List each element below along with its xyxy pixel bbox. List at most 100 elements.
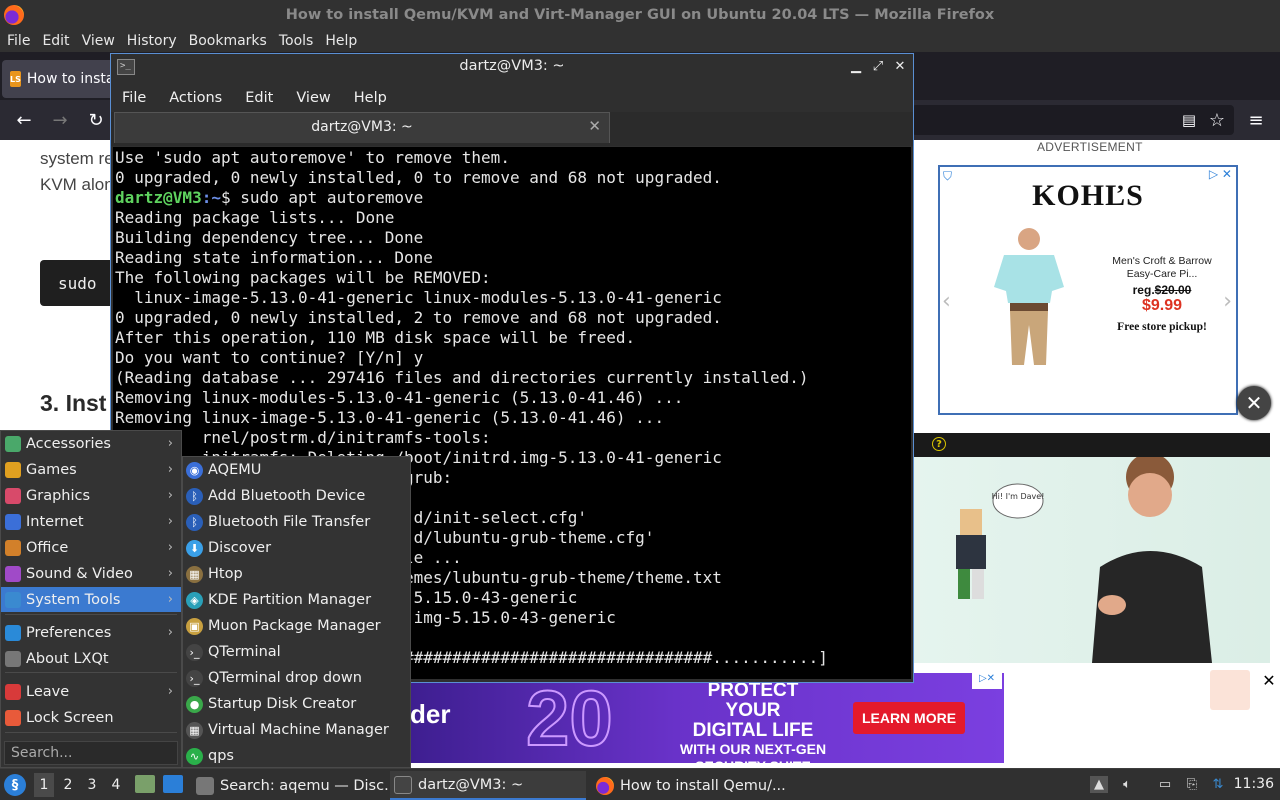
adchoices-icon[interactable]: ▷✕	[972, 673, 1002, 689]
bookmark-star-icon[interactable]: ☆	[1205, 108, 1229, 132]
volume-icon[interactable]: 🔈︎	[1118, 776, 1136, 793]
menu-category-preferences[interactable]: Preferences ›	[1, 620, 181, 645]
menu-app-discover[interactable]: ⬇ Discover	[183, 535, 411, 561]
scroll-to-top-button[interactable]	[1210, 670, 1250, 710]
menu-category-accessories[interactable]: Accessories ›	[1, 431, 181, 456]
learn-more-button[interactable]: LEARN MORE	[853, 702, 965, 734]
show-desktop-icon[interactable]	[163, 775, 183, 793]
app-menu-categories: Accessories › Games › Graphics › Internet › Offi…	[0, 430, 182, 768]
task-discover[interactable]: Search: aqemu — Disc...	[192, 771, 388, 800]
menu-app-kde-partition-manager[interactable]: ◈ KDE Partition Manager	[183, 587, 411, 613]
menu-search-input[interactable]: Search...	[4, 741, 178, 765]
menu-category-about-lxqt[interactable]: About LXQt	[1, 646, 181, 671]
browser-tab[interactable]: LS How to install Qemu/KVM and Virt-Mana…	[2, 60, 118, 98]
terminal-tabbar: dartz@VM3: ~ ✕	[111, 112, 913, 146]
menu-app-aqemu[interactable]: ◉ AQEMU	[183, 457, 411, 483]
menu-app-add-bluetooth-device[interactable]: ᛒ Add Bluetooth Device	[183, 483, 411, 509]
terminal-tab-label: dartz@VM3: ~	[311, 119, 413, 135]
terminal-menu-actions[interactable]: Actions	[169, 90, 222, 106]
menu-app-label: Discover	[208, 540, 272, 556]
bottom-ad-close-icon[interactable]: ✕	[1256, 671, 1280, 691]
terminal-title: dartz@VM3: ~	[459, 58, 565, 74]
terminal-icon: ›_	[186, 669, 203, 687]
menu-file[interactable]: File	[7, 33, 30, 49]
menu-app-htop[interactable]: ▦ Htop	[183, 561, 411, 587]
menu-app-qterminal[interactable]: ›_ QTerminal	[183, 639, 411, 665]
terminal-menu-view[interactable]: View	[296, 90, 330, 106]
workspace-4-button[interactable]: 4	[106, 773, 126, 797]
menu-category-internet[interactable]: Internet ›	[1, 509, 181, 534]
file-manager-icon[interactable]	[135, 775, 155, 793]
workspace-1-button[interactable]: 1	[34, 773, 54, 797]
reader-view-icon[interactable]: ▤	[1177, 108, 1201, 132]
menu-edit[interactable]: Edit	[42, 33, 69, 49]
task-terminal[interactable]: dartz@VM3: ~	[390, 771, 586, 800]
tab-close-icon[interactable]: ✕	[588, 117, 601, 135]
accessories-icon	[5, 435, 21, 452]
kohls-ad[interactable]: ⛉ ▷ ✕ KOHĽS Men's Croft & Barrow Easy-Ca…	[938, 165, 1238, 415]
close-icon[interactable]: ✕	[891, 58, 909, 76]
hamburger-menu-icon[interactable]: ≡	[1244, 108, 1268, 132]
help-icon[interactable]: ?	[932, 437, 946, 451]
menu-category-lock-screen[interactable]: Lock Screen	[1, 705, 181, 730]
workspace-2-button[interactable]: 2	[58, 773, 78, 797]
lock-icon	[5, 709, 21, 726]
chevron-right-icon: ›	[167, 436, 173, 451]
menu-category-sound-video[interactable]: Sound & Video ›	[1, 561, 181, 586]
office-icon	[5, 539, 21, 556]
terminal-line: 0 upgraded, 0 newly installed, 2 to remo…	[115, 308, 722, 327]
back-arrow-icon[interactable]: ←	[12, 108, 36, 132]
discover-task-icon	[196, 776, 214, 795]
menu-app-bluetooth-file-transfer[interactable]: ᛒ Bluetooth File Transfer	[183, 509, 411, 535]
menu-app-qterminal-drop-down[interactable]: ›_ QTerminal drop down	[183, 665, 411, 691]
workspace-3-button[interactable]: 3	[82, 773, 102, 797]
ad-prev-arrow-icon[interactable]: ‹	[942, 289, 951, 314]
menu-app-virtual-machine-manager[interactable]: ▦ Virtual Machine Manager	[183, 717, 411, 743]
menu-tools[interactable]: Tools	[279, 33, 314, 49]
menu-category-office[interactable]: Office ›	[1, 535, 181, 560]
video-info-bar: ?	[912, 433, 1270, 457]
menu-app-label: Add Bluetooth Device	[208, 488, 366, 504]
forward-arrow-icon[interactable]: →	[48, 108, 72, 132]
terminal-line: linux-image-5.13.0-41-generic linux-modu…	[115, 288, 722, 307]
sound-video-icon	[5, 565, 21, 582]
security-suite-ad[interactable]: der 20 PROTECT YOUR DIGITAL LIFE WITH OU…	[406, 673, 1004, 768]
menu-separator	[5, 672, 177, 673]
menu-category-games[interactable]: Games ›	[1, 457, 181, 482]
menu-category-system-tools[interactable]: System Tools ›	[1, 587, 181, 612]
terminal-menu-help[interactable]: Help	[354, 90, 387, 106]
menu-category-label: Graphics	[26, 487, 91, 504]
menu-bookmarks[interactable]: Bookmarks	[189, 33, 267, 49]
terminal-menu-edit[interactable]: Edit	[245, 90, 273, 106]
terminal-line: The following packages will be REMOVED:	[115, 268, 491, 287]
terminal-titlebar[interactable]: >_ dartz@VM3: ~ ▁ ⤢ ✕	[111, 54, 913, 82]
minimize-icon[interactable]: ▁	[847, 58, 865, 76]
maximize-icon[interactable]: ⤢	[869, 58, 887, 76]
system-tools-icon	[5, 591, 21, 608]
clipboard-icon[interactable]: ⎘	[1183, 776, 1201, 793]
terminal-menu-file[interactable]: File	[122, 90, 146, 106]
close-video-icon[interactable]: ✕	[1237, 386, 1271, 420]
start-menu-button[interactable]: §	[4, 774, 26, 796]
startup-disk-icon: ●	[186, 695, 203, 713]
regular-price-value: $20.00	[1154, 283, 1192, 297]
menu-view[interactable]: View	[82, 33, 115, 49]
menu-separator	[5, 732, 177, 733]
package-updates-icon[interactable]: ▲	[1090, 776, 1108, 793]
menu-app-label: Startup Disk Creator	[208, 696, 357, 712]
ad-next-arrow-icon[interactable]: ›	[1223, 289, 1232, 314]
menu-help[interactable]: Help	[325, 33, 357, 49]
video-player[interactable]: Hi! I'm Dave!	[912, 453, 1270, 663]
display-icon[interactable]: ▭	[1156, 776, 1174, 793]
network-icon[interactable]: ⇅	[1209, 776, 1227, 793]
reload-icon[interactable]: ↻	[84, 108, 108, 132]
menu-app-startup-disk-creator[interactable]: ● Startup Disk Creator	[183, 691, 411, 717]
menu-app-label: QTerminal drop down	[208, 670, 362, 686]
menu-app-muon-package-manager[interactable]: ▣ Muon Package Manager	[183, 613, 411, 639]
menu-category-graphics[interactable]: Graphics ›	[1, 483, 181, 508]
task-firefox[interactable]: How to install Qemu/...	[592, 771, 788, 800]
menu-category-leave[interactable]: Leave ›	[1, 679, 181, 704]
terminal-tab[interactable]: dartz@VM3: ~ ✕	[114, 112, 610, 143]
menu-app-qps[interactable]: ∿ qps	[183, 743, 411, 769]
menu-history[interactable]: History	[127, 33, 177, 49]
